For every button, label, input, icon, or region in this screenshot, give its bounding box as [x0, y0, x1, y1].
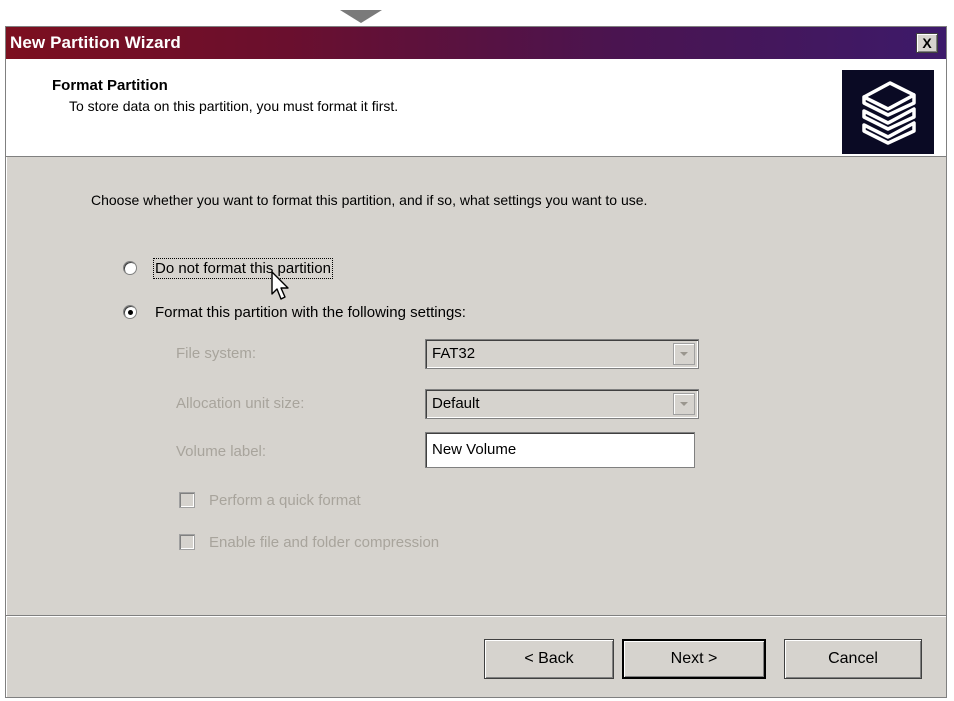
compression-option[interactable]: Enable file and folder compression: [179, 532, 439, 552]
close-icon: X: [922, 35, 932, 51]
screenshot-stage: New Partition Wizard X Format Partition …: [0, 0, 954, 701]
radio-selected-dot: [127, 309, 133, 315]
wizard-window: New Partition Wizard X Format Partition …: [5, 26, 947, 698]
down-arrow-icon: [340, 10, 382, 23]
next-button[interactable]: Next >: [622, 639, 766, 679]
allocation-unit-label: Allocation unit size:: [176, 395, 305, 412]
volume-label-value: New Volume: [432, 441, 517, 458]
disk-stack-icon: [842, 70, 934, 154]
back-button[interactable]: < Back: [484, 639, 614, 679]
mouse-pointer-icon: [271, 271, 289, 300]
allocation-unit-value: Default: [432, 395, 480, 412]
compression-checkbox[interactable]: [179, 534, 195, 550]
wizard-header: Format Partition To store data on this p…: [6, 59, 946, 157]
cancel-button[interactable]: Cancel: [784, 639, 922, 679]
page-subtitle: To store data on this partition, you mus…: [69, 98, 399, 114]
format-label: Format this partition with the following…: [155, 303, 466, 321]
format-radio[interactable]: [123, 305, 137, 319]
chevron-down-icon[interactable]: [673, 393, 695, 415]
close-button[interactable]: X: [916, 33, 938, 53]
compression-label: Enable file and folder compression: [209, 533, 440, 551]
quick-format-label: Perform a quick format: [209, 491, 361, 509]
quick-format-checkbox[interactable]: [179, 492, 195, 508]
instructions-text: Choose whether you want to format this p…: [91, 192, 648, 208]
chevron-down-icon[interactable]: [673, 343, 695, 365]
file-system-label: File system:: [176, 345, 257, 362]
no-format-option[interactable]: Do not format this partition: [123, 257, 333, 279]
volume-label-input[interactable]: New Volume: [425, 432, 695, 468]
format-option[interactable]: Format this partition with the following…: [123, 301, 466, 323]
title-bar[interactable]: New Partition Wizard X: [6, 27, 946, 59]
window-title: New Partition Wizard: [10, 33, 181, 52]
no-format-radio[interactable]: [123, 261, 137, 275]
file-system-value: FAT32: [432, 345, 476, 362]
page-title: Format Partition: [52, 77, 168, 94]
no-format-label: Do not format this partition: [153, 257, 333, 279]
volume-label-label: Volume label:: [176, 443, 267, 460]
allocation-unit-select[interactable]: Default: [425, 389, 699, 419]
button-separator: [6, 615, 946, 617]
file-system-select[interactable]: FAT32: [425, 339, 699, 369]
quick-format-option[interactable]: Perform a quick format: [179, 490, 361, 510]
